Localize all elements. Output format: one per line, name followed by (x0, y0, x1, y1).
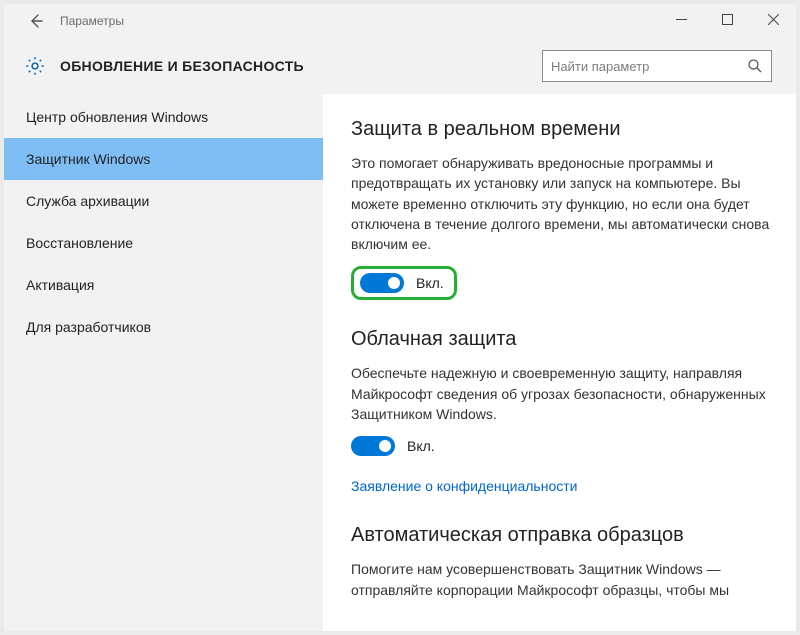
header-row: ОБНОВЛЕНИЕ И БЕЗОПАСНОСТЬ (4, 38, 796, 94)
sidebar-item-activation[interactable]: Активация (4, 264, 323, 306)
settings-window: Параметры ОБНОВЛЕНИЕ И БЕЗОПАСНОСТЬ (0, 0, 800, 635)
sidebar-item-label: Для разработчиков (26, 319, 151, 335)
sidebar: Центр обновления Windows Защитник Window… (4, 94, 323, 631)
arrow-left-icon (28, 13, 44, 29)
sidebar-item-label: Защитник Windows (26, 151, 150, 167)
page-title: ОБНОВЛЕНИЕ И БЕЗОПАСНОСТЬ (60, 58, 304, 74)
toggle-state-label: Вкл. (407, 438, 435, 454)
section-realtime-protection: Защита в реальном времени Это помогает о… (351, 118, 770, 300)
minimize-button[interactable] (658, 4, 704, 34)
body: Центр обновления Windows Защитник Window… (4, 94, 796, 631)
privacy-statement-link[interactable]: Заявление о конфиденциальности (351, 478, 577, 494)
sidebar-item-label: Восстановление (26, 235, 133, 251)
close-icon (768, 14, 779, 25)
titlebar: Параметры (4, 4, 796, 38)
back-button[interactable] (20, 5, 52, 37)
cloud-toggle-row: Вкл. (351, 436, 770, 456)
sidebar-item-label: Активация (26, 277, 94, 293)
window-title: Параметры (60, 14, 124, 28)
gear-icon (24, 55, 46, 77)
toggle-knob (379, 440, 391, 452)
sidebar-item-recovery[interactable]: Восстановление (4, 222, 323, 264)
realtime-toggle[interactable] (360, 273, 404, 293)
sidebar-item-backup[interactable]: Служба архивации (4, 180, 323, 222)
maximize-button[interactable] (704, 4, 750, 34)
search-icon (747, 58, 763, 74)
toggle-knob (388, 277, 400, 289)
section-sample-submission: Автоматическая отправка образцов Помогит… (351, 524, 770, 600)
window-controls (658, 4, 796, 34)
sidebar-item-windows-update[interactable]: Центр обновления Windows (4, 96, 323, 138)
sidebar-item-label: Служба архивации (26, 193, 149, 209)
section-title: Автоматическая отправка образцов (351, 524, 770, 547)
sidebar-item-label: Центр обновления Windows (26, 109, 208, 125)
section-title: Защита в реальном времени (351, 118, 770, 141)
section-title: Облачная защита (351, 328, 770, 351)
sidebar-item-for-developers[interactable]: Для разработчиков (4, 306, 323, 348)
close-button[interactable] (750, 4, 796, 34)
cloud-toggle[interactable] (351, 436, 395, 456)
minimize-icon (676, 14, 687, 25)
section-description: Помогите нам усовершенствовать Защитник … (351, 559, 770, 600)
search-input[interactable] (551, 59, 763, 74)
content-pane[interactable]: Защита в реальном времени Это помогает о… (323, 94, 796, 631)
section-description: Обеспечьте надежную и своевременную защи… (351, 363, 770, 424)
header-left: ОБНОВЛЕНИЕ И БЕЗОПАСНОСТЬ (24, 55, 304, 77)
maximize-icon (722, 14, 733, 25)
toggle-state-label: Вкл. (416, 275, 444, 291)
search-box[interactable] (542, 50, 772, 82)
sidebar-item-windows-defender[interactable]: Защитник Windows (4, 138, 323, 180)
section-description: Это помогает обнаруживать вредоносные пр… (351, 153, 770, 254)
section-cloud-protection: Облачная защита Обеспечьте надежную и св… (351, 328, 770, 496)
highlight-realtime-toggle: Вкл. (351, 266, 457, 300)
